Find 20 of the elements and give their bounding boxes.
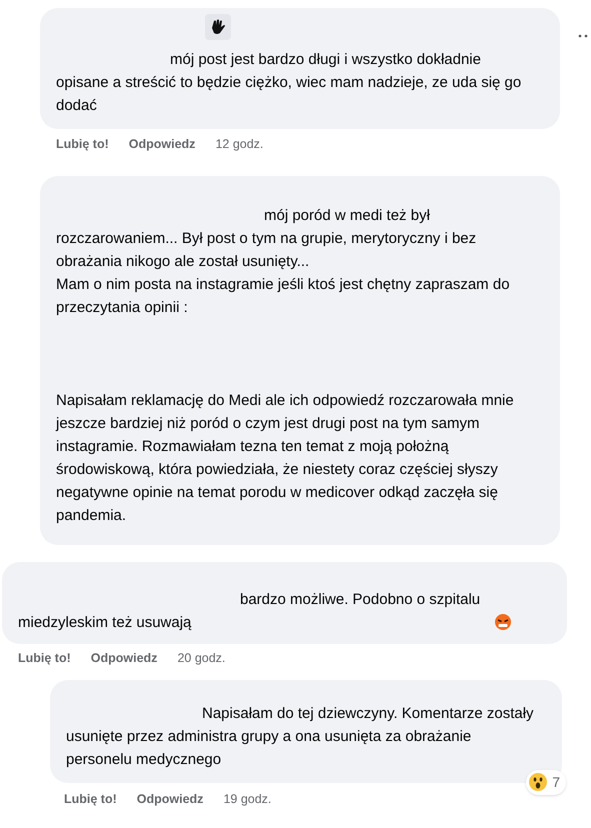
reply-link[interactable]: Odpowiedz (90, 648, 158, 668)
like-link[interactable]: Lubię to! (18, 648, 71, 668)
reaction-count: 7 (552, 772, 561, 792)
comment-text: Napisałam do tej dziewczyny. Komentarze zostały usunięte przez administra grupy a ona usunięta za obrażanie personelu medycznego (66, 704, 534, 768)
more-icon[interactable] (578, 34, 588, 38)
comment-text: Napisałam reklamację do Medi ale ich odpowiedź rozczarowała mnie jeszcze bardziej niż poród o czym jest drugi post na tym samym instagramie. Rozmawiałam tezna ten temat z moją położną środowiskową, która powiedziała, że niestety coraz częściej słyszy negatywne opinie na temat porodu w medicover odkąd zaczęła się pandemia. (56, 392, 514, 524)
like-link[interactable]: Lubię to! (56, 135, 109, 154)
like-link[interactable]: Lubię to! (64, 790, 117, 808)
comment-text: Mam o nim posta na instagramie jeśli ktoś jest chętny zapraszam do przeczytania opinii : (56, 276, 510, 316)
reply-link[interactable]: Odpowiedz (128, 135, 196, 154)
reaction-badge[interactable]: 7 (526, 770, 566, 794)
reply-link[interactable]: Odpowiedz (136, 790, 204, 808)
timestamp: 12 godz. (215, 136, 264, 153)
surprised-face-icon (528, 772, 548, 792)
timestamp: 19 godz. (223, 790, 272, 808)
angry-face-icon (494, 612, 512, 631)
comment-text: bardzo możliwe. Podobno o szpitalu miedzyleskim też usuwają (18, 590, 482, 633)
comment-text: mój post jest bardzo długi i wszystko dokładnie opisane a streścić to będzie ciężko, wiec mam nadzieje, ze uda się go dodać (56, 51, 522, 114)
timestamp: 20 godz. (177, 650, 226, 667)
comment-text: mój poród w medi też był rozczarowaniem... Był post o tym na grupie, merytoryczny i bez obrażania nikogo ale został usunięty... (56, 206, 476, 270)
